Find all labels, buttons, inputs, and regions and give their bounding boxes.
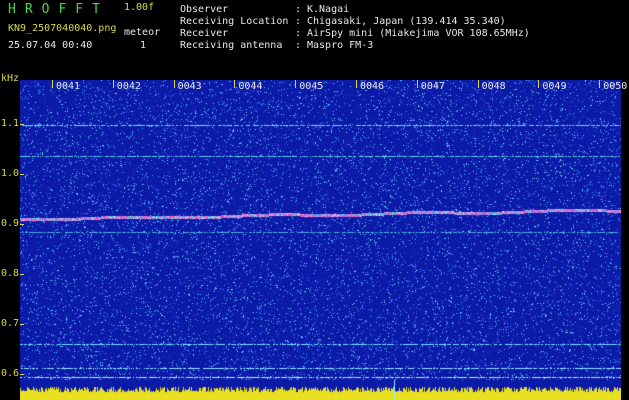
info-key: Observer [180, 4, 229, 15]
y-tick-label: 0.8 [1, 268, 20, 279]
x-tick-label: 0050 [603, 81, 628, 92]
y-tick [20, 224, 24, 225]
app-version: 1.00f [124, 2, 155, 13]
x-tick [173, 80, 175, 88]
x-tick-label: 0048 [481, 81, 506, 92]
x-tick [599, 80, 601, 88]
receiver-row: Receiver: AirSpy mini (Miakejima VOR 108.… [180, 29, 530, 39]
x-tick-label: 0042 [116, 81, 141, 92]
x-tick [295, 80, 297, 88]
info-value: Chigasaki, Japan (139.414 35.340) [307, 16, 506, 27]
x-tick-label: 0043 [177, 81, 202, 92]
info-value: K.Nagai [307, 4, 350, 15]
antenna-row: Receiving antenna: Maspro FM-3 [180, 41, 373, 51]
y-tick-label: 0.6 [1, 368, 20, 379]
y-tick [20, 374, 24, 375]
x-tick [52, 80, 53, 88]
y-tick-label: 0.7 [1, 318, 20, 329]
y-tick [20, 174, 24, 175]
spectrogram-canvas [20, 80, 621, 400]
y-tick [20, 324, 24, 325]
x-tick-label: 0045 [299, 81, 324, 92]
timestamp: 25.07.04 00:40 [8, 40, 93, 51]
y-tick [20, 124, 24, 125]
x-tick [234, 80, 236, 88]
info-value: Maspro FM-3 [307, 40, 374, 51]
file-name: KN9_2507040040.png [8, 23, 117, 34]
x-tick [477, 80, 479, 88]
x-tick-label: 0041 [56, 81, 81, 92]
x-tick [112, 80, 114, 88]
y-tick-label: 1.0 [1, 168, 20, 179]
info-sep: : [295, 28, 302, 39]
spectrogram [20, 80, 621, 400]
app-brand: HROFFT [8, 2, 109, 17]
info-sep: : [295, 4, 302, 15]
x-tick [416, 80, 418, 88]
meteor-label: meteor [124, 27, 161, 38]
x-tick-label: 0044 [238, 81, 263, 92]
info-key: Receiving Location [180, 16, 289, 27]
x-tick-label: 0049 [542, 81, 567, 92]
x-tick-label: 0046 [360, 81, 385, 92]
observer-row: Observer: K.Nagai [180, 5, 349, 15]
info-value: AirSpy mini (Miakejima VOR 108.65MHz) [307, 28, 530, 39]
info-key: Receiving antenna [180, 40, 283, 51]
x-tick [538, 80, 540, 88]
y-tick-label: 1.1 [1, 118, 20, 129]
info-key: Receiver [180, 28, 229, 39]
y-tick [20, 274, 24, 275]
info-sep: : [295, 40, 302, 51]
location-row: Receiving Location: Chigasaki, Japan (139… [180, 17, 506, 27]
y-tick-label: 0.9 [1, 218, 20, 229]
meteor-count: 1 [140, 40, 147, 51]
x-tick-label: 0047 [420, 81, 445, 92]
x-tick [356, 80, 357, 88]
y-axis-unit: kHz [1, 73, 20, 84]
info-sep: : [295, 16, 302, 27]
